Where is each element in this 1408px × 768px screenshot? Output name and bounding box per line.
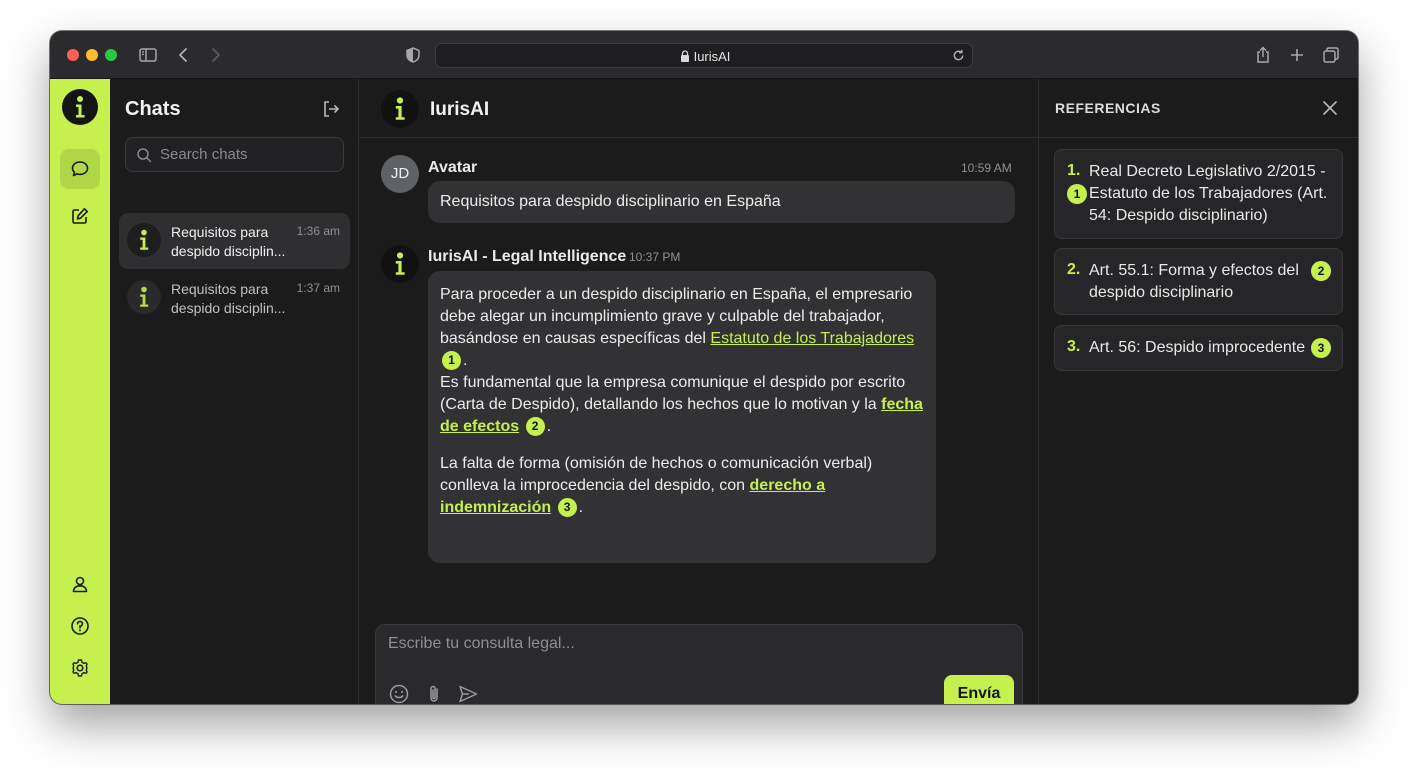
- reference-card[interactable]: 3. Art. 56: Despido improcedente 3: [1054, 325, 1343, 371]
- reference-number: 1.: [1067, 162, 1081, 179]
- citation-badge[interactable]: 1: [442, 351, 461, 370]
- references-title: REFERENCIAS: [1055, 100, 1161, 116]
- help-nav-button[interactable]: [60, 606, 100, 646]
- citation-badge: 3: [1311, 338, 1331, 358]
- ai-avatar: [381, 245, 419, 283]
- back-icon[interactable]: [174, 45, 194, 65]
- reference-line: Real Decreto Legislativo 2/2015 -: [1089, 163, 1326, 180]
- citation-badge: 2: [1311, 261, 1331, 281]
- references-header: REFERENCIAS: [1039, 79, 1358, 138]
- settings-nav-button[interactable]: [60, 648, 100, 688]
- message-composer: Envía: [375, 624, 1023, 704]
- reference-line: despido disciplinario: [1089, 284, 1234, 301]
- forward-icon[interactable]: [205, 45, 225, 65]
- reference-number: 2.: [1067, 261, 1081, 278]
- new-tab-icon[interactable]: [1287, 45, 1307, 65]
- ai-paragraph: La falta de forma (omisión de hechos o c…: [440, 455, 873, 517]
- gear-icon: [72, 659, 88, 677]
- user-message-name: Avatar: [428, 159, 478, 176]
- send-button[interactable]: Envía: [944, 675, 1014, 704]
- attach-icon[interactable]: [423, 683, 445, 704]
- search-icon: [137, 148, 152, 163]
- chats-sidebar: Chats Requisitos para despido disciplin.…: [110, 79, 359, 704]
- chat-bubble-icon: [71, 161, 89, 177]
- citation-badge[interactable]: 2: [525, 417, 545, 436]
- close-window-button[interactable]: [67, 49, 79, 61]
- ai-text: Es fundamental que la empresa comunique …: [440, 374, 906, 413]
- edit-icon: [72, 208, 88, 224]
- sidebar-toggle-icon[interactable]: [138, 45, 158, 65]
- reference-number: 3.: [1067, 338, 1081, 355]
- sidebar-title: Chats: [125, 98, 181, 120]
- help-icon: [71, 617, 89, 635]
- search-input[interactable]: [160, 138, 340, 171]
- ai-paragraph: Para proceder a un despido disciplinario…: [440, 286, 923, 436]
- chat-title: Requisitos para despido disciplin...: [171, 281, 286, 316]
- chat-logo-icon: [127, 280, 161, 314]
- reference-card[interactable]: 2. Art. 55.1: Forma y efectos del 2 desp…: [1054, 248, 1343, 315]
- logout-icon: [324, 101, 340, 117]
- user-message-time: 10:59 AM: [961, 161, 1012, 175]
- chat-time: 1:37 am: [296, 281, 340, 295]
- maximize-window-button[interactable]: [105, 49, 117, 61]
- chat-title: Requisitos para despido disciplin...: [171, 224, 286, 259]
- reference-line: Art. 55.1: Forma y efectos del: [1089, 262, 1299, 279]
- ai-message-time: 10:37 PM: [629, 250, 681, 264]
- browser-toolbar: IurisAI: [50, 31, 1358, 79]
- chat-list-item[interactable]: Requisitos para despido disciplin... 1:3…: [119, 213, 350, 269]
- close-references-button[interactable]: [1321, 99, 1339, 117]
- ai-message-name: IurisAI - Legal Intelligence: [428, 248, 627, 265]
- share-icon[interactable]: [1253, 45, 1273, 65]
- chat-list-item[interactable]: Requisitos para despido disciplin... 1:3…: [119, 270, 350, 326]
- message-input[interactable]: [388, 635, 1008, 665]
- search-box: [125, 137, 344, 172]
- user-avatar: JD: [381, 155, 419, 193]
- privacy-shield-icon[interactable]: [403, 45, 423, 65]
- user-icon: [72, 576, 88, 593]
- reference-line: Estatuto de los Trabajadores (Art.: [1089, 185, 1328, 202]
- send-arrow-icon[interactable]: [457, 683, 479, 704]
- close-icon: [1323, 101, 1337, 115]
- emoji-icon[interactable]: [388, 683, 410, 704]
- app-rail: [50, 79, 110, 704]
- new-chat-nav-button[interactable]: [60, 196, 100, 236]
- reference-line: Art. 56: Despido improcedente: [1089, 339, 1306, 356]
- references-panel: REFERENCIAS 1. Real Decreto Legislativo …: [1038, 79, 1358, 704]
- tab-overview-icon[interactable]: [1321, 45, 1341, 65]
- citation-badge: 1: [1067, 184, 1087, 204]
- reference-card[interactable]: 1. Real Decreto Legislativo 2/2015 - 1 E…: [1054, 149, 1343, 239]
- user-message-bubble: Requisitos para despido disciplinario en…: [428, 181, 1015, 223]
- chat-logo-icon: [127, 223, 161, 257]
- citation-badge[interactable]: 3: [557, 498, 577, 517]
- chat-time: 1:36 am: [296, 224, 340, 238]
- reload-icon[interactable]: [951, 48, 966, 63]
- conversation-panel: IurisAI JD Avatar 10:59 AM Requisitos pa…: [359, 79, 1061, 704]
- logout-button[interactable]: [321, 99, 341, 119]
- chats-nav-button[interactable]: [60, 149, 100, 189]
- ai-message-bubble: Para proceder a un despido disciplinario…: [428, 271, 936, 563]
- reference-line: 54: Despido disciplinario): [1089, 207, 1268, 224]
- iurisai-logo: [62, 89, 98, 125]
- browser-window: IurisAI Chats Search chats Requisitos pa…: [50, 31, 1358, 704]
- iurisai-logo: [381, 90, 419, 128]
- conversation-header: IurisAI: [359, 79, 1061, 138]
- conversation-title: IurisAI: [430, 99, 490, 120]
- minimize-window-button[interactable]: [86, 49, 98, 61]
- url-text: IurisAI: [693, 49, 731, 64]
- profile-nav-button[interactable]: [60, 564, 100, 604]
- reference-link[interactable]: Estatuto de los Trabajadores: [710, 330, 914, 347]
- address-bar[interactable]: IurisAI: [435, 43, 973, 68]
